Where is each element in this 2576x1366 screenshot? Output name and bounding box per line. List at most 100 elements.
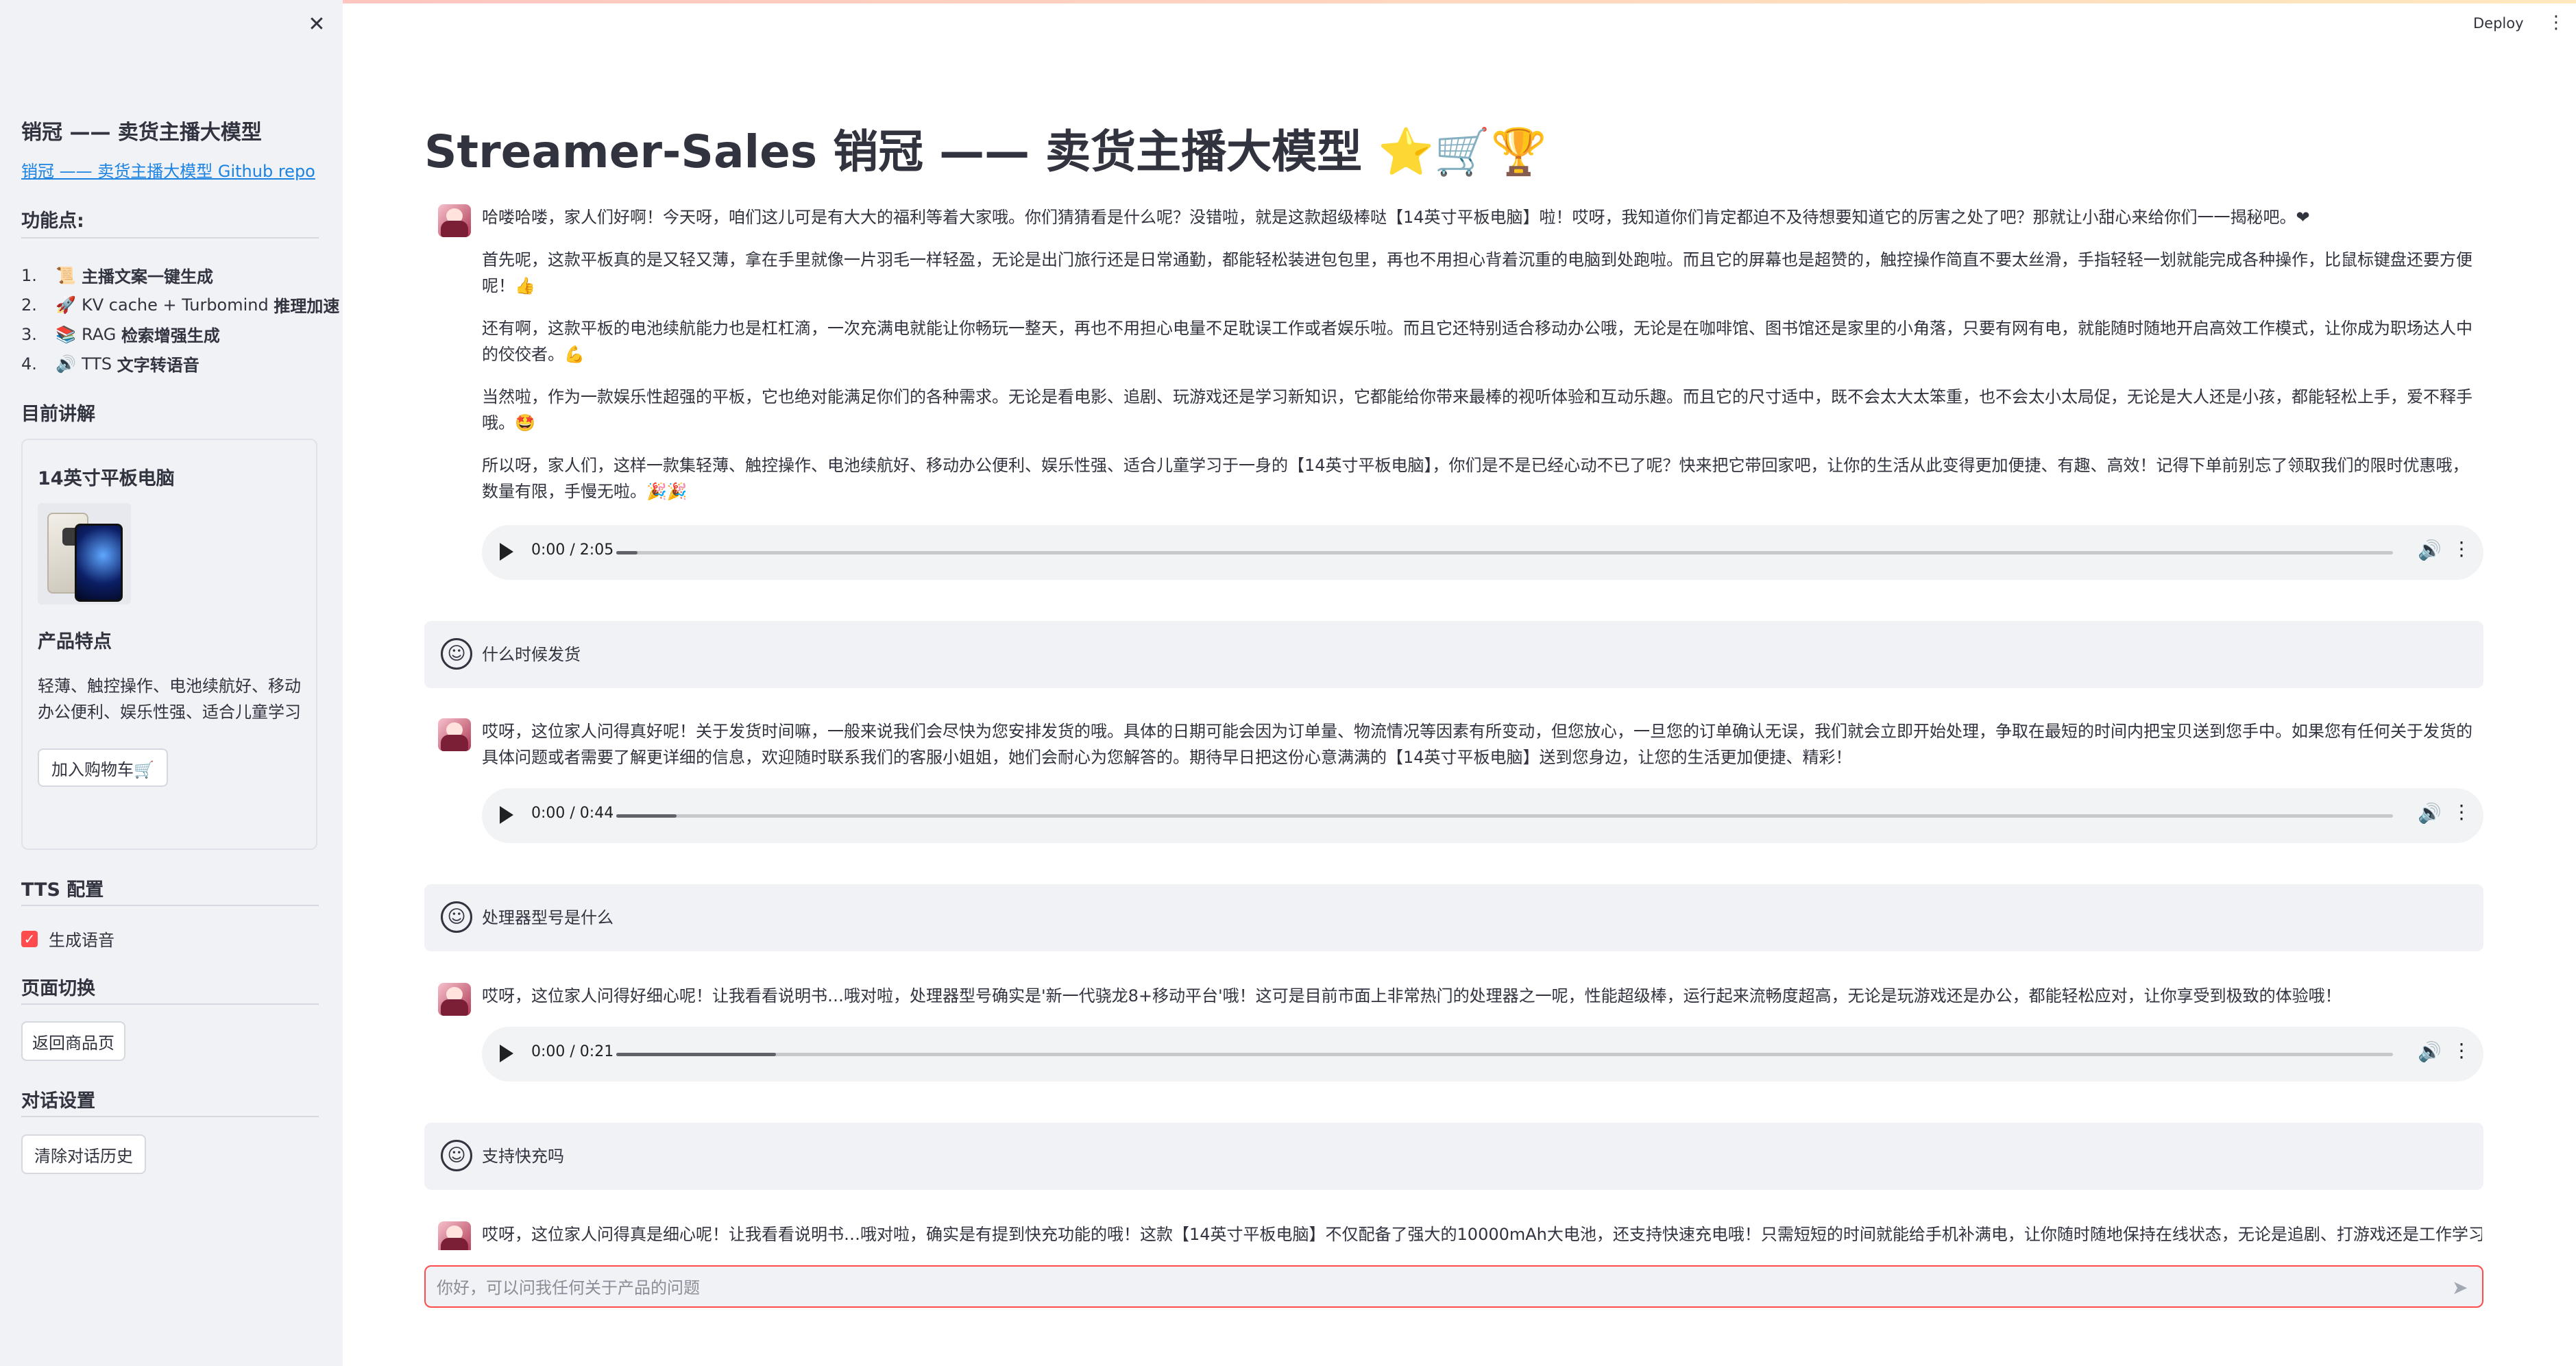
user-message: ☺ 处理器型号是什么 [424, 884, 2483, 951]
assistant-message: 哎呀，这位家人问得真是细心呢！让我看看说明书…哦对啦，确实是有提到快充功能的哦！… [424, 1221, 2483, 1250]
play-icon[interactable] [500, 806, 513, 824]
trophy-icon: 🏆 [1490, 125, 1547, 178]
back-to-product-button[interactable]: 返回商品页 [21, 1021, 125, 1061]
page-title-text: Streamer-Sales 销冠 —— 卖货主播大模型 [424, 125, 1363, 178]
add-to-cart-button[interactable]: 加入购物车🛒 [38, 748, 168, 787]
volume-icon[interactable]: 🔊 [2418, 1040, 2442, 1063]
audio-time: 0:00 / 0:21 [531, 1043, 614, 1060]
page-switch-heading: 页面切换 [21, 978, 95, 999]
user-message: ☺ 什么时候发货 [424, 621, 2483, 688]
user-avatar-icon: ☺ [441, 638, 472, 670]
user-avatar-icon: ☺ [441, 1140, 472, 1171]
message-content: 什么时候发货 [482, 645, 581, 664]
feature-item: 1. 📜 主播文案一键生成 [21, 260, 339, 290]
feature-item: 2. 🚀 KV cache + Turbomind 推理加速 [21, 290, 339, 319]
audio-progress-bar[interactable] [616, 1053, 2393, 1056]
message-content: 支持快充吗 [482, 1147, 564, 1166]
audio-player[interactable]: 0:00 / 0:44 🔊 ⋮ [482, 788, 2483, 843]
feature-list: 1. 📜 主播文案一键生成 2. 🚀 KV cache + Turbomind … [21, 260, 339, 378]
volume-icon[interactable]: 🔊 [2418, 539, 2442, 561]
top-decoration [0, 0, 2576, 3]
current-product-heading: 目前讲解 [21, 404, 95, 425]
rocket-icon: 🚀 [56, 295, 76, 315]
audio-progress-bar[interactable] [616, 814, 2393, 818]
message-content: 哎呀，这位家人问得真是细心呢！让我看看说明书…哦对啦，确实是有提到快充功能的哦！… [482, 1221, 2482, 1250]
feature-prefix: TTS [82, 354, 117, 374]
assistant-avatar [438, 1221, 471, 1250]
message-paragraph: 哎呀，这位家人问得好细心呢！让我看看说明书…哦对啦，处理器型号确实是'新一代骁龙… [482, 986, 2342, 1005]
message-content: 哎呀，这位家人问得好细心呢！让我看看说明书…哦对啦，处理器型号确实是'新一代骁龙… [482, 983, 2482, 1025]
books-icon: 📚 [56, 324, 76, 344]
message-paragraph: 首先呢，这款平板真的是又轻又薄，拿在手里就像一片羽毛一样轻盈，无论是出门旅行还是… [482, 250, 2472, 295]
message-paragraph: 还有啊，这款平板的电池续航能力也是杠杠滴，一次充满电就能让你畅玩一整天，再也不用… [482, 319, 2472, 364]
user-avatar-icon: ☺ [441, 901, 472, 933]
audio-progress-fill [616, 814, 677, 818]
list-number: 2. [21, 295, 37, 315]
product-features-heading: 产品特点 [38, 631, 112, 652]
divider [21, 905, 319, 906]
chat-input[interactable] [435, 1273, 2426, 1302]
product-name: 14英寸平板电脑 [38, 468, 175, 489]
feature-label: 文字转语音 [117, 356, 199, 375]
github-repo-link[interactable]: 销冠 —— 卖货主播大模型 Github repo [21, 158, 315, 182]
more-options-icon[interactable]: ⋮ [2452, 1039, 2471, 1062]
assistant-avatar [438, 718, 471, 751]
chat-input-box[interactable]: ➤ [424, 1265, 2483, 1308]
product-features-text: 轻薄、触控操作、电池续航好、移动办公便利、娱乐性强、适合儿童学习 [38, 676, 301, 722]
feature-label: 检索增强生成 [121, 326, 220, 345]
more-options-icon[interactable]: ⋮ [2452, 801, 2471, 823]
message-paragraph: 哈喽哈喽，家人们好啊！今天呀，咱们这儿可是有大大的福利等着大家哦。你们猜猜看是什… [482, 208, 2310, 227]
checkbox-checked-icon[interactable]: ✓ [21, 930, 38, 947]
speaker-icon: 🔊 [56, 354, 76, 374]
clear-history-button[interactable]: 清除对话历史 [21, 1134, 146, 1174]
sidebar-title: 销冠 —— 卖货主播大模型 [21, 121, 262, 145]
message-paragraph: 哎呀，这位家人问得真好呢！关于发货时间嘛，一般来说我们会尽快为您安排发货的哦。具… [482, 722, 2472, 767]
sidebar: ✕ 销冠 —— 卖货主播大模型 销冠 —— 卖货主播大模型 Github rep… [0, 0, 343, 1366]
page-title: Streamer-Sales 销冠 —— 卖货主播大模型 ⭐🛒🏆 [424, 115, 1547, 181]
assistant-avatar [438, 983, 471, 1016]
main-menu-icon[interactable]: ⋮ [2547, 12, 2565, 33]
tablet-screen-shape [75, 524, 123, 602]
feature-label: 推理加速 [274, 297, 340, 316]
audio-progress-fill [616, 1053, 777, 1056]
shopping-cart-icon: 🛒 [1434, 125, 1491, 178]
divider [21, 1003, 319, 1005]
message-content: 哈喽哈喽，家人们好啊！今天呀，咱们这儿可是有大大的福利等着大家哦。你们猜猜看是什… [482, 204, 2482, 521]
audio-progress-bar[interactable] [616, 551, 2393, 554]
dialog-settings-heading: 对话设置 [21, 1090, 95, 1112]
volume-icon[interactable]: 🔊 [2418, 802, 2442, 825]
scroll-icon: 📜 [56, 265, 76, 285]
audio-time: 0:00 / 2:05 [531, 541, 614, 559]
product-image [38, 503, 131, 605]
list-number: 1. [21, 265, 37, 285]
deploy-button[interactable]: Deploy [2473, 15, 2524, 32]
message-content: 哎呀，这位家人问得真好呢！关于发货时间嘛，一般来说我们会尽快为您安排发货的哦。具… [482, 718, 2482, 787]
tts-checkbox-row[interactable]: ✓ 生成语音 [21, 927, 114, 951]
audio-player[interactable]: 0:00 / 2:05 🔊 ⋮ [482, 525, 2483, 580]
divider [21, 1116, 319, 1117]
tts-checkbox-label: 生成语音 [49, 931, 114, 950]
assistant-avatar [438, 204, 471, 237]
close-sidebar-icon[interactable]: ✕ [307, 14, 326, 35]
play-icon[interactable] [500, 543, 513, 561]
feature-item: 4. 🔊 TTS 文字转语音 [21, 349, 339, 378]
message-content: 处理器型号是什么 [482, 908, 613, 927]
features-heading: 功能点: [21, 210, 84, 232]
message-paragraph: 当然啦，作为一款娱乐性超强的平板，它也绝对能满足你们的各种需求。无论是看电影、追… [482, 387, 2472, 432]
feature-item: 3. 📚 RAG 检索增强生成 [21, 319, 339, 349]
audio-time: 0:00 / 0:44 [531, 805, 614, 822]
send-icon[interactable]: ➤ [2452, 1276, 2468, 1299]
user-message: ☺ 支持快充吗 [424, 1123, 2483, 1190]
play-icon[interactable] [500, 1045, 513, 1062]
star-icon: ⭐ [1378, 125, 1435, 178]
feature-label: 主播文案一键生成 [82, 267, 213, 286]
list-number: 3. [21, 324, 37, 344]
audio-progress-fill [616, 551, 638, 554]
feature-prefix: KV cache + Turbomind [82, 295, 274, 315]
audio-player[interactable]: 0:00 / 0:21 🔊 ⋮ [482, 1027, 2483, 1082]
more-options-icon[interactable]: ⋮ [2452, 537, 2471, 560]
message-paragraph: 所以呀，家人们，这样一款集轻薄、触控操作、电池续航好、移动办公便利、娱乐性强、适… [482, 456, 2469, 501]
tts-heading: TTS 配置 [21, 879, 104, 901]
list-number: 4. [21, 354, 37, 374]
product-card: 14英寸平板电脑 产品特点 轻薄、触控操作、电池续航好、移动办公便利、娱乐性强、… [21, 439, 317, 850]
